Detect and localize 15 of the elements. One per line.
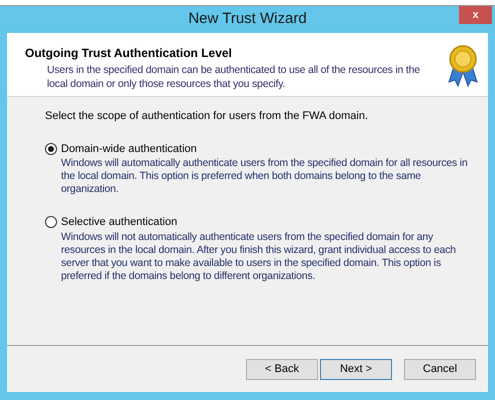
wizard-button[interactable]: Next >: [320, 358, 392, 380]
radio-button[interactable]: [45, 216, 57, 228]
close-button[interactable]: x: [459, 6, 492, 24]
window-title: New Trust Wizard: [188, 9, 307, 30]
radio-button[interactable]: [45, 142, 57, 155]
option-description: Windows will automatically authenticate users from the specified domain for all resources in the local domain. This option is preferred when both domains belong to the same organization.: [61, 157, 468, 196]
wizard-button[interactable]: < Back: [246, 358, 318, 380]
page-heading: Outgoing Trust Authentication Level: [25, 45, 233, 62]
wizard-button[interactable]: Cancel: [404, 358, 476, 380]
option-description: Windows will not automatically authenticate users from the specified domain for any resources in the local domain. After you finish this wizard, grant individual access to each server that you want to make available to users in the specified domain. This option is preferred if the domains belong to different organizations.: [61, 230, 457, 282]
page-description: Users in the specified domain can be authenticated to use all of the resources in the local domain or only those resources that you specify.: [47, 63, 421, 91]
radio-option[interactable]: Selective authentication: [45, 214, 476, 230]
scope-prompt: Select the scope of authentication for users from the FWA domain.: [45, 109, 370, 124]
radio-option[interactable]: Domain-wide authentication: [45, 140, 476, 157]
award-ribbon-icon: [446, 44, 480, 88]
